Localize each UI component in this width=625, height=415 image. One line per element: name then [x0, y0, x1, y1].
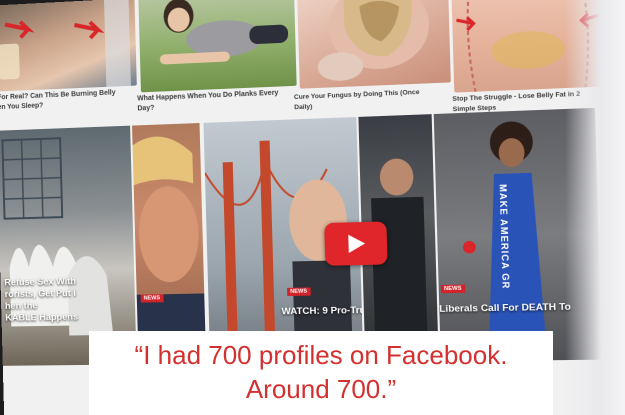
- top-thumbnail-row: For Real? Can This Be Burning Belly en Y…: [0, 0, 606, 113]
- caption-fungus[interactable]: Cure Your Fungus by Doing This (Once Dai…: [294, 87, 445, 113]
- thumb-belly[interactable]: [0, 0, 137, 92]
- photo-scene: For Real? Can This Be Burning Belly en Y…: [0, 0, 625, 415]
- news-badge: NEWS: [440, 284, 465, 294]
- thumb-planks[interactable]: [138, 0, 297, 93]
- screen-glare: [565, 0, 625, 415]
- news-badge: NEWS: [287, 287, 311, 297]
- tile-bridge-caption: WATCH: 9 Pro-Trump States: [281, 304, 364, 318]
- trump-image: [133, 136, 207, 365]
- news-badge: NEWS: [140, 294, 164, 303]
- play-icon: [348, 234, 366, 254]
- toenail-image: [317, 0, 431, 82]
- tile-trump[interactable]: NEWS: [132, 122, 207, 365]
- caption-belly[interactable]: For Real? Can This Be Burning Belly en Y…: [0, 88, 133, 113]
- video-play-button[interactable]: [324, 221, 388, 266]
- quote-subtitle: “I had 700 profiles on Facebook. Around …: [89, 331, 553, 415]
- plank-figure: [159, 0, 289, 65]
- caption-planks[interactable]: What Happens When You Do Planks Every Da…: [137, 88, 298, 115]
- tile-refuse-caption: Refuse Sex With rorists, Get Put i hen t…: [4, 276, 79, 324]
- arrow-icons: [0, 0, 132, 88]
- quote-line-1: “I had 700 profiles on Facebook.: [134, 340, 508, 370]
- thumb-fungus[interactable]: [297, 0, 451, 89]
- quote-line-2: Around 700.”: [245, 374, 397, 404]
- tile-refuse[interactable]: Refuse Sex With rorists, Get Put i hen t…: [0, 125, 137, 366]
- crowd-image: [0, 126, 114, 336]
